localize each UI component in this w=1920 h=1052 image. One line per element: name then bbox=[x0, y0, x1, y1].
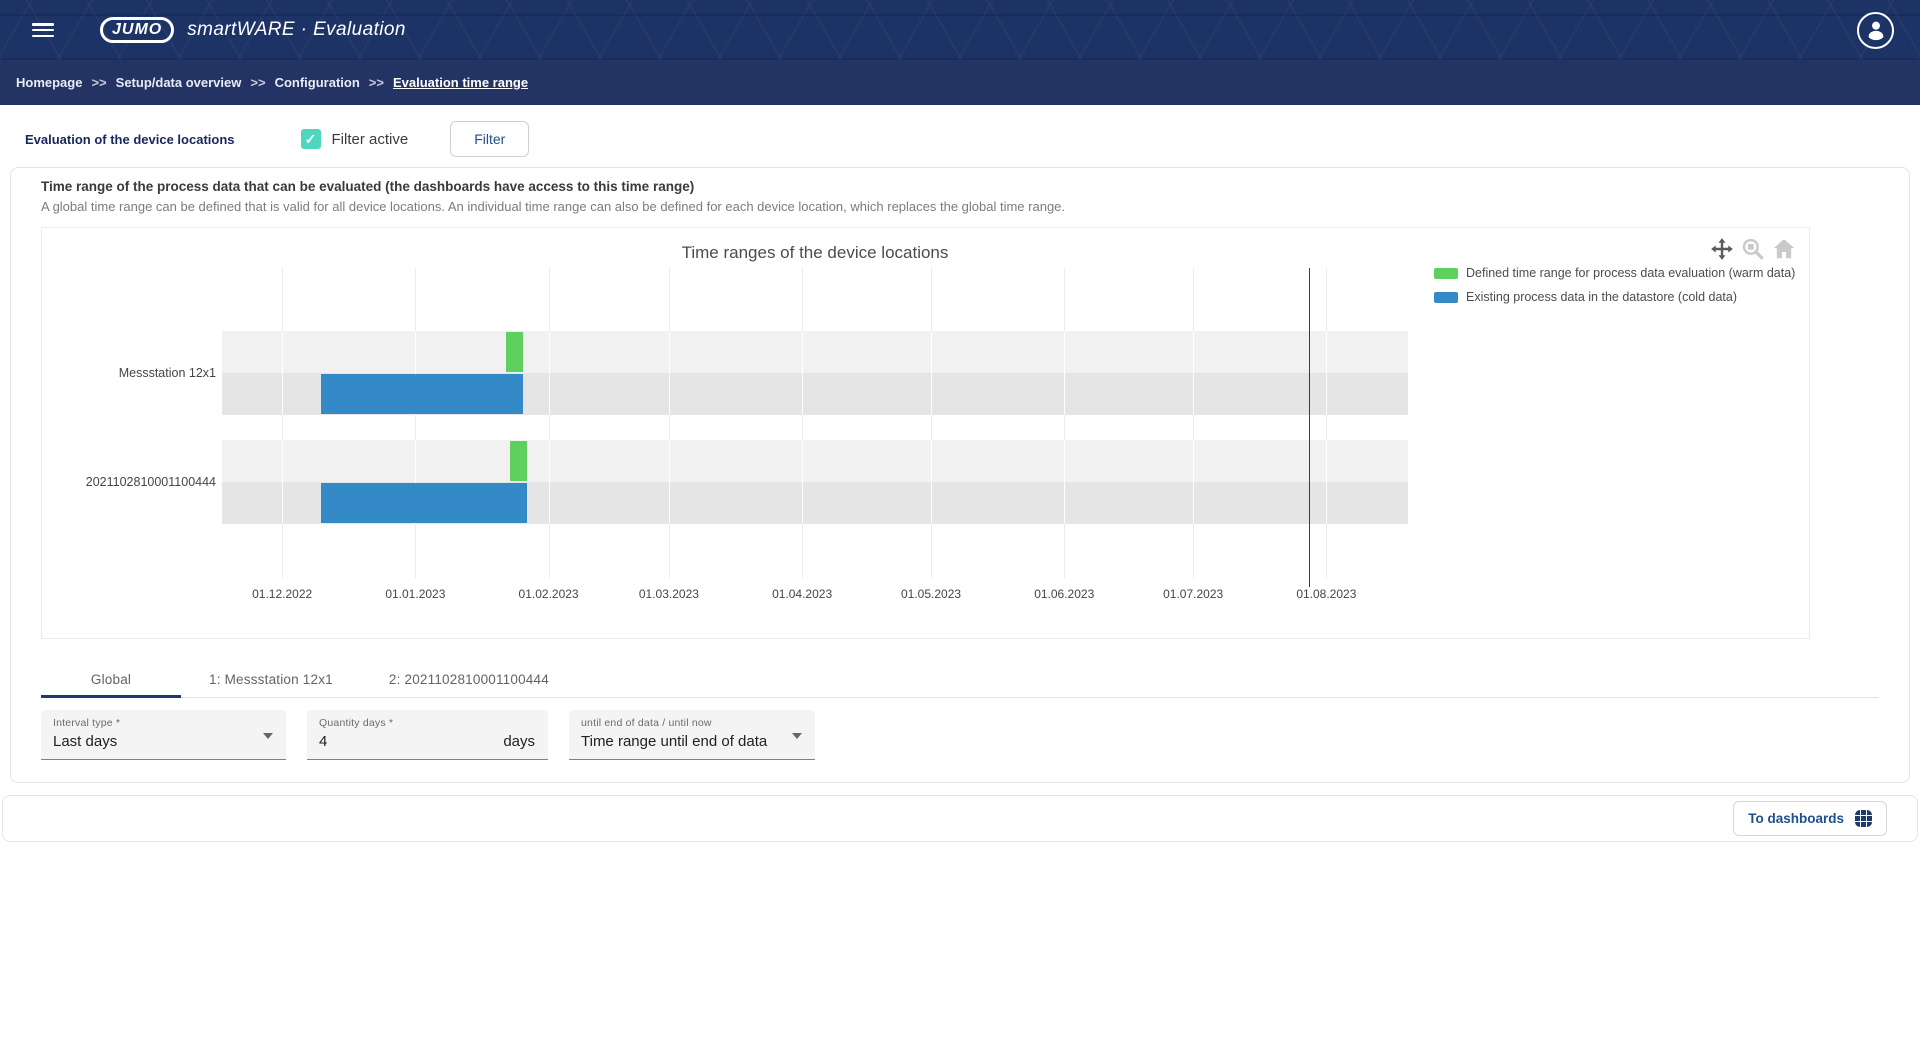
x-axis-tick-label: 01.07.2023 bbox=[1163, 587, 1223, 601]
person-icon bbox=[1863, 17, 1889, 43]
breadcrumb-separator: >> bbox=[250, 75, 265, 90]
x-axis-tick-label: 01.05.2023 bbox=[901, 587, 961, 601]
breadcrumb: Homepage >> Setup/data overview >> Configura… bbox=[0, 60, 1920, 105]
footer-bar: To dashboards bbox=[2, 795, 1918, 842]
current-time-line bbox=[1309, 268, 1310, 587]
row-track-warm bbox=[222, 331, 1408, 373]
filter-active-checkbox-group[interactable]: Filter active bbox=[301, 129, 409, 149]
breadcrumb-item[interactable]: Homepage bbox=[16, 75, 82, 90]
gridline bbox=[415, 268, 416, 578]
legend-swatch bbox=[1434, 268, 1458, 279]
intro-subtitle: A global time range can be defined that … bbox=[41, 199, 1879, 214]
row-track-cold bbox=[222, 482, 1408, 524]
page-title: Evaluation of the device locations bbox=[25, 132, 235, 147]
field-label: until end of data / until now bbox=[581, 717, 803, 729]
app-header: JUMO smartWARE · Evaluation bbox=[0, 0, 1920, 60]
gridline bbox=[802, 268, 803, 578]
main-card: Time range of the process data that can … bbox=[10, 167, 1910, 783]
legend-swatch bbox=[1434, 292, 1458, 303]
field-value: Time range until end of data bbox=[581, 733, 803, 750]
gridline bbox=[1326, 268, 1327, 578]
tab-1-messstation-12x1[interactable]: 1: Messstation 12x1 bbox=[181, 661, 361, 697]
intro-title: Time range of the process data that can … bbox=[41, 179, 1879, 194]
chart-legend: Defined time range for process data eval… bbox=[1434, 266, 1795, 314]
user-avatar-button[interactable] bbox=[1857, 12, 1894, 49]
legend-item[interactable]: Existing process data in the datastore (… bbox=[1434, 290, 1795, 304]
dropdown-caret-icon bbox=[263, 733, 273, 739]
gridline bbox=[931, 268, 932, 578]
gridline bbox=[282, 268, 283, 578]
x-axis-tick-label: 01.01.2023 bbox=[385, 587, 445, 601]
quantity-days-input[interactable] bbox=[319, 733, 471, 750]
x-axis-tick-label: 01.06.2023 bbox=[1034, 587, 1094, 601]
legend-label: Existing process data in the datastore (… bbox=[1466, 290, 1737, 304]
filter-active-checkbox[interactable] bbox=[301, 129, 321, 149]
gridline bbox=[669, 268, 670, 578]
input-field-quantity-days[interactable]: Quantity days * days bbox=[307, 710, 548, 760]
breadcrumb-item[interactable]: Setup/data overview bbox=[116, 75, 242, 90]
to-dashboards-label: To dashboards bbox=[1748, 811, 1844, 826]
x-axis-tick-label: 01.02.2023 bbox=[519, 587, 579, 601]
row-track-cold bbox=[222, 373, 1408, 415]
x-axis-tick-label: 01.03.2023 bbox=[639, 587, 699, 601]
field-label: Interval type * bbox=[53, 717, 274, 729]
dropdown-caret-icon bbox=[792, 733, 802, 739]
timeline-chart: Time ranges of the device locations Defi… bbox=[41, 227, 1810, 639]
field-value: Last days bbox=[53, 733, 274, 750]
hamburger-menu-icon[interactable] bbox=[32, 23, 54, 37]
select-field-interval-type[interactable]: Interval type * Last days bbox=[41, 710, 286, 760]
zoom-box-icon[interactable] bbox=[1740, 236, 1766, 262]
app-title: smartWARE · Evaluation bbox=[187, 19, 406, 41]
jumo-logo: JUMO bbox=[100, 17, 174, 43]
cold-data-bar bbox=[321, 374, 523, 414]
filter-button[interactable]: Filter bbox=[450, 121, 529, 157]
legend-item[interactable]: Defined time range for process data eval… bbox=[1434, 266, 1795, 280]
time-range-form: Interval type * Last days Quantity days * d… bbox=[41, 710, 1879, 760]
y-axis-row-label: 2021102810001100444 bbox=[44, 475, 216, 489]
gridline bbox=[1193, 268, 1194, 578]
filter-active-label: Filter active bbox=[332, 131, 409, 148]
device-tabs: Global1: Messstation 12x12: 202110281000… bbox=[41, 661, 1879, 698]
breadcrumb-separator: >> bbox=[91, 75, 106, 90]
home-icon[interactable] bbox=[1771, 236, 1797, 262]
pan-icon[interactable] bbox=[1709, 236, 1735, 262]
x-axis-tick-label: 01.08.2023 bbox=[1296, 587, 1356, 601]
x-axis-tick-label: 01.12.2022 bbox=[252, 587, 312, 601]
select-field-until-end-of-data-until-now[interactable]: until end of data / until now Time range … bbox=[569, 710, 815, 760]
breadcrumb-item[interactable]: Evaluation time range bbox=[393, 75, 528, 90]
breadcrumb-item[interactable]: Configuration bbox=[275, 75, 360, 90]
y-axis-row-label: Messstation 12x1 bbox=[44, 366, 216, 380]
tab-global[interactable]: Global bbox=[41, 661, 181, 697]
breadcrumb-separator: >> bbox=[369, 75, 384, 90]
gridline bbox=[1064, 268, 1065, 578]
cold-data-bar bbox=[321, 483, 527, 523]
chart-title: Time ranges of the device locations bbox=[222, 243, 1408, 263]
tab-2-2021102810001100444[interactable]: 2: 2021102810001100444 bbox=[361, 661, 577, 697]
plot-area: 01.12.202201.01.202301.02.202301.03.2023… bbox=[222, 268, 1408, 578]
dashboards-grid-icon bbox=[1855, 810, 1872, 827]
to-dashboards-button[interactable]: To dashboards bbox=[1733, 801, 1887, 836]
legend-label: Defined time range for process data eval… bbox=[1466, 266, 1795, 280]
warm-data-bar bbox=[506, 332, 523, 372]
gridline bbox=[549, 268, 550, 578]
field-label: Quantity days * bbox=[319, 717, 536, 729]
row-track-warm bbox=[222, 440, 1408, 482]
filter-row: Evaluation of the device locations Filte… bbox=[25, 119, 1920, 159]
warm-data-bar bbox=[510, 441, 527, 481]
chart-modebar bbox=[1709, 236, 1797, 262]
x-axis-tick-label: 01.04.2023 bbox=[772, 587, 832, 601]
field-suffix: days bbox=[503, 733, 535, 750]
